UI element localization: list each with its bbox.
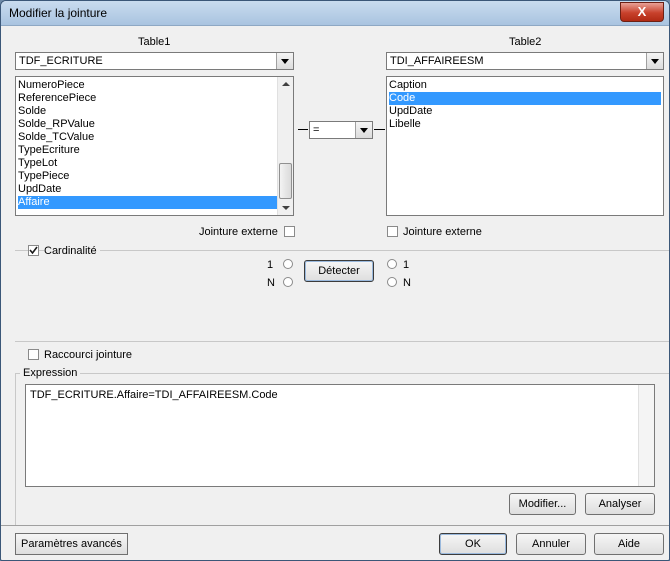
expression-label: Expression — [20, 367, 81, 379]
list-item[interactable]: Solde — [18, 105, 277, 118]
right-cardinality-n-label: N — [403, 277, 411, 289]
left-cardinality-n-radio[interactable] — [283, 277, 293, 287]
list-item[interactable]: TypeLot — [18, 157, 277, 170]
list-item[interactable]: TypeEcriture — [18, 144, 277, 157]
close-button[interactable]: X — [620, 2, 664, 22]
cancel-button[interactable]: Annuler — [516, 533, 586, 555]
operator-connector-left — [298, 129, 308, 130]
operator-value: = — [313, 124, 320, 136]
shortcut-join-checkbox[interactable] — [28, 349, 39, 360]
shortcut-join-label: Raccourci jointure — [44, 349, 133, 361]
table1-combo-dropdown-button[interactable] — [276, 53, 293, 69]
list-item[interactable]: Libelle — [389, 118, 661, 131]
expression-group-line — [15, 373, 669, 374]
table1-field-list[interactable]: NumeroPiece ReferencePiece Solde Solde_RPVa… — [15, 76, 294, 216]
expression-text: TDF_ECRITURE.Affaire=TDI_AFFAIREESM.Code — [30, 389, 278, 401]
chevron-down-icon — [651, 59, 659, 64]
table1-list-scrollbar[interactable] — [277, 77, 293, 215]
expression-textarea[interactable]: TDF_ECRITURE.Affaire=TDI_AFFAIREESM.Code — [25, 384, 655, 487]
table1-outer-join-label: Jointure externe — [199, 226, 278, 238]
list-item[interactable]: UpdDate — [18, 183, 277, 196]
operator-dropdown-button[interactable] — [355, 122, 372, 138]
help-button[interactable]: Aide — [594, 533, 664, 555]
list-item-selected[interactable]: Affaire — [18, 196, 277, 209]
table1-combo[interactable]: TDF_ECRITURE — [15, 52, 294, 70]
table1-outer-join-checkbox[interactable] — [284, 226, 295, 237]
left-cardinality-one-radio[interactable] — [283, 259, 293, 269]
footer-separator — [1, 525, 669, 526]
cardinality-label: Cardinalité — [44, 245, 100, 257]
dialog-window: Modifier la jointure X Table1 TDF_ECRITU… — [0, 0, 670, 561]
list-item[interactable]: Caption — [389, 79, 661, 92]
right-cardinality-one-radio[interactable] — [387, 259, 397, 269]
table1-list-scroll-thumb[interactable] — [279, 163, 292, 199]
cardinality-group-line — [15, 250, 669, 251]
modify-button[interactable]: Modifier... — [509, 493, 576, 515]
table2-combo-value: TDI_AFFAIREESM — [390, 55, 484, 67]
list-item-selected[interactable]: Code — [389, 92, 661, 105]
expression-scrollbar[interactable] — [638, 385, 654, 486]
table2-field-list[interactable]: Caption Code UpdDate Libelle — [386, 76, 664, 216]
table2-outer-join-checkbox[interactable] — [387, 226, 398, 237]
cardinality-group-bottom-line — [15, 341, 669, 342]
list-item[interactable]: UpdDate — [389, 105, 661, 118]
left-cardinality-one-label: 1 — [267, 259, 274, 271]
table2-header: Table2 — [509, 36, 542, 48]
list-item[interactable]: TypePiece — [18, 170, 277, 183]
analyze-button[interactable]: Analyser — [585, 493, 655, 515]
cardinality-checkbox[interactable] — [28, 245, 39, 256]
ok-button[interactable]: OK — [439, 533, 507, 555]
list-item[interactable]: ReferencePiece — [18, 92, 277, 105]
table2-combo-dropdown-button[interactable] — [646, 53, 663, 69]
window-title: Modifier la jointure — [9, 6, 108, 20]
title-bar: Modifier la jointure X — [1, 1, 669, 26]
operator-combo[interactable]: = — [309, 121, 373, 139]
checkmark-icon — [29, 246, 38, 255]
right-cardinality-n-radio[interactable] — [387, 277, 397, 287]
scroll-up-icon[interactable] — [282, 82, 290, 86]
list-item[interactable]: Solde_RPValue — [18, 118, 277, 131]
advanced-parameters-button[interactable]: Paramètres avancés — [15, 533, 128, 555]
expression-group-left-line — [15, 373, 16, 525]
chevron-down-icon — [281, 59, 289, 64]
table1-header: Table1 — [138, 36, 171, 48]
list-item[interactable]: Solde_TCValue — [18, 131, 277, 144]
chevron-down-icon — [360, 128, 368, 133]
right-cardinality-one-label: 1 — [403, 259, 410, 271]
left-cardinality-n-label: N — [267, 277, 275, 289]
table2-outer-join-label: Jointure externe — [403, 226, 482, 238]
scroll-down-icon[interactable] — [282, 206, 290, 210]
operator-connector-right — [374, 129, 385, 130]
close-icon: X — [637, 4, 647, 19]
detect-button[interactable]: Détecter — [304, 260, 374, 282]
list-item[interactable]: NumeroPiece — [18, 79, 277, 92]
table2-combo[interactable]: TDI_AFFAIREESM — [386, 52, 664, 70]
table1-combo-value: TDF_ECRITURE — [19, 55, 103, 67]
